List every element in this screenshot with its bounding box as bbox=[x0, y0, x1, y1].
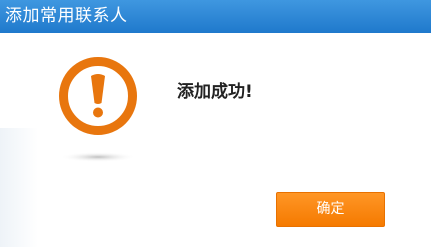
title-bar[interactable]: 添加常用联系人 bbox=[0, 0, 431, 33]
confirm-button[interactable]: 确定 bbox=[276, 192, 385, 227]
success-message: 添加成功! bbox=[177, 82, 253, 102]
background-panel-edge bbox=[0, 128, 38, 247]
dialog-title: 添加常用联系人 bbox=[5, 6, 128, 26]
exclamation-circle-icon bbox=[59, 57, 137, 162]
alert-dialog: 添加常用联系人 添加成功! 确定 bbox=[0, 0, 431, 247]
